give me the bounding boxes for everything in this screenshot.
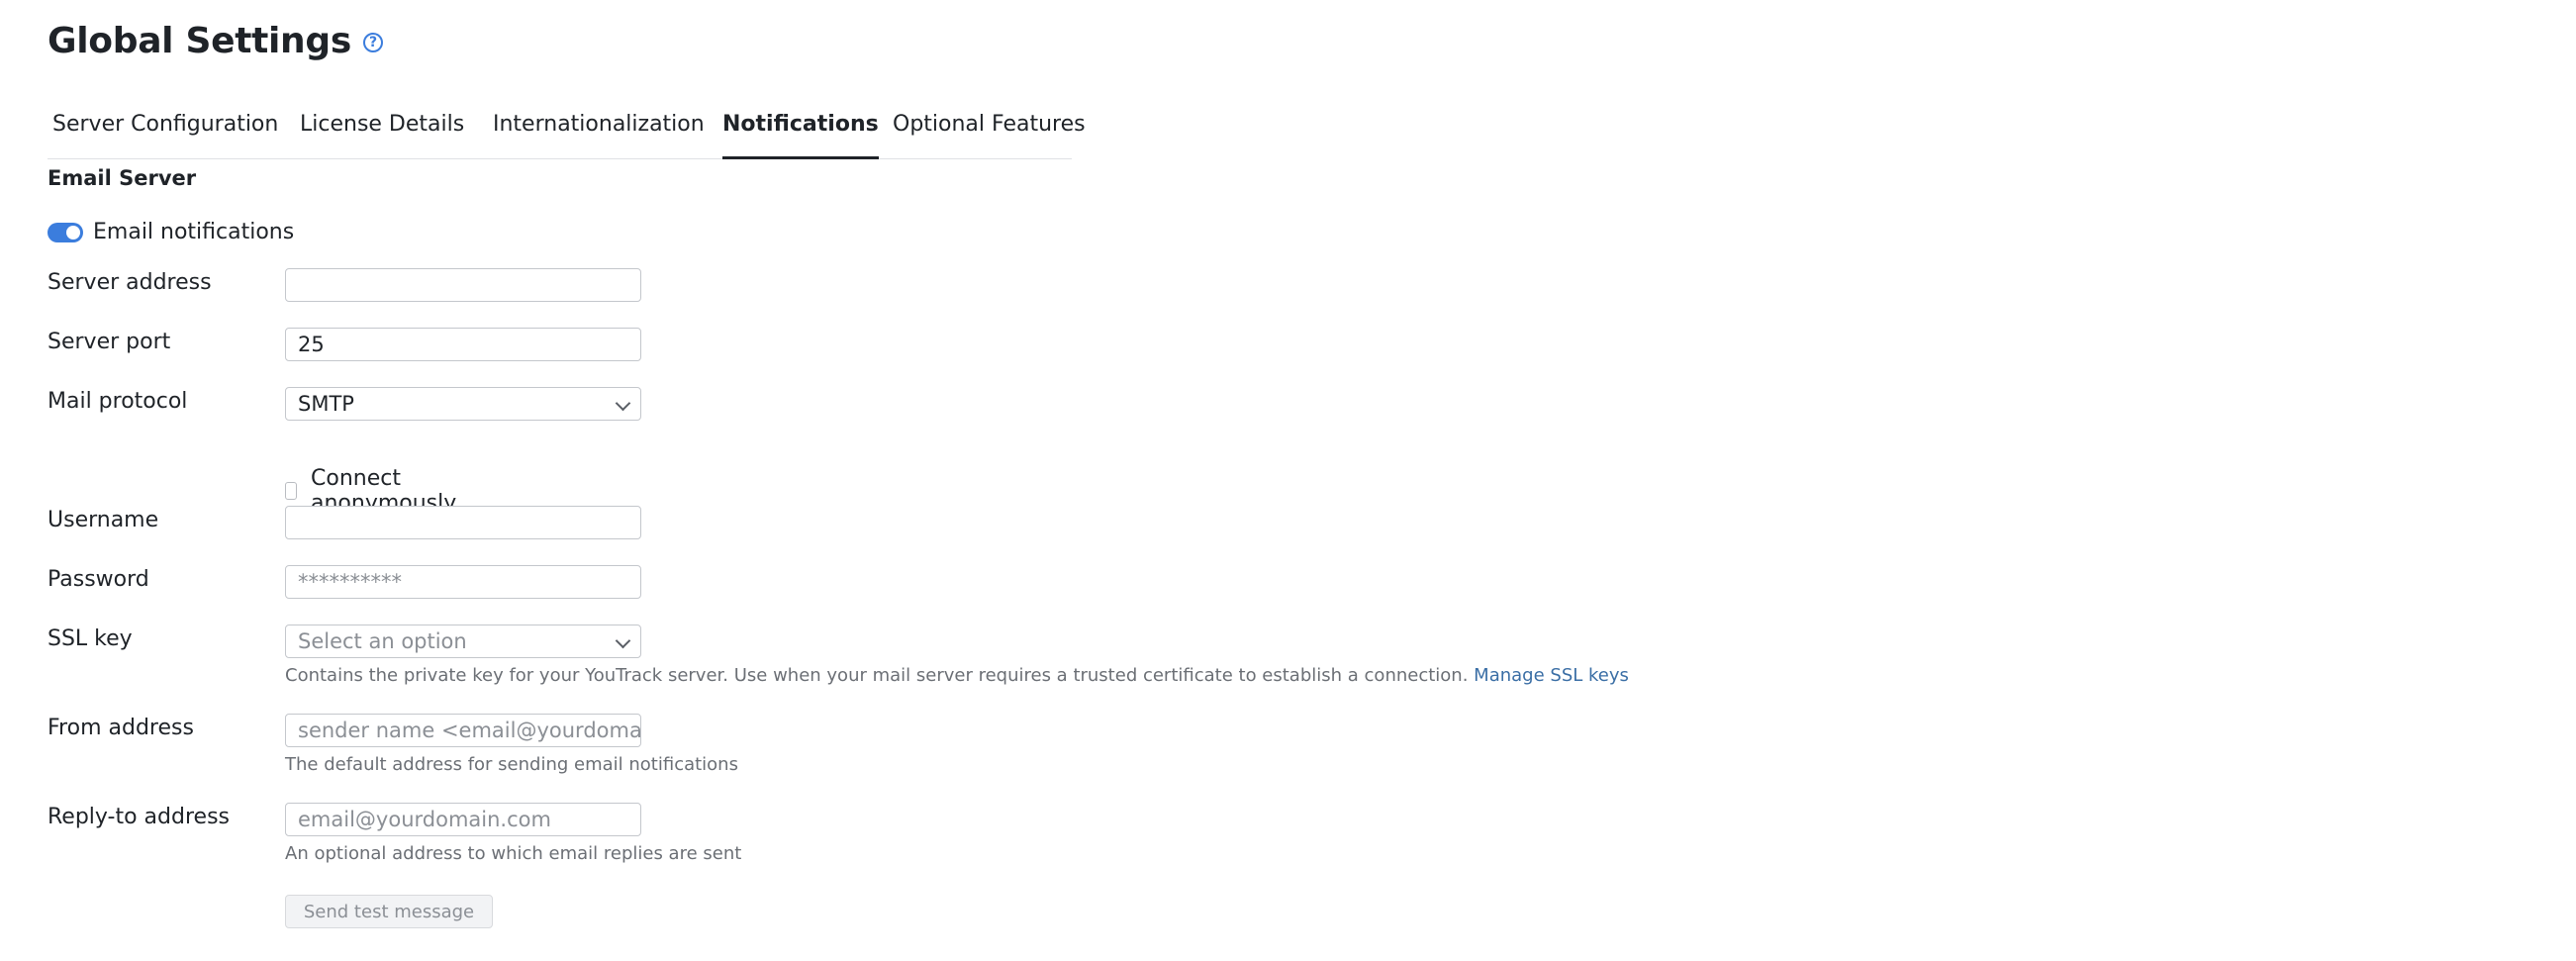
from-address-input[interactable]: sender name <email@yourdomain [285, 714, 641, 747]
ssl-key-hint-text: Contains the private key for your YouTra… [285, 665, 1469, 686]
email-notifications-toggle[interactable] [48, 222, 83, 242]
email-notifications-label: Email notifications [93, 220, 295, 244]
password-input[interactable]: ********** [285, 565, 641, 599]
password-label: Password [48, 567, 149, 592]
tab-internationalization[interactable]: Internationalization [493, 103, 705, 158]
tab-server-configuration[interactable]: Server Configuration [52, 103, 278, 158]
reply-to-address-input[interactable]: email@yourdomain.com [285, 803, 641, 836]
ssl-key-placeholder: Select an option [298, 629, 467, 653]
mail-protocol-label: Mail protocol [48, 389, 188, 414]
page-title: Global Settings [48, 20, 351, 61]
mail-protocol-value: SMTP [298, 392, 354, 416]
chevron-down-icon [615, 395, 631, 412]
reply-to-address-hint: An optional address to which email repli… [285, 843, 742, 864]
tab-bar: Server Configuration License Details Int… [48, 103, 1086, 159]
email-notifications-row: Email notifications [48, 220, 294, 244]
ssl-key-select[interactable]: Select an option [285, 625, 641, 658]
reply-to-address-label: Reply-to address [48, 805, 230, 829]
send-test-message-button[interactable]: Send test message [285, 895, 493, 928]
help-icon[interactable]: ? [363, 33, 383, 52]
chevron-down-icon [615, 632, 631, 649]
from-address-hint: The default address for sending email no… [285, 754, 738, 775]
mail-protocol-select[interactable]: SMTP [285, 387, 641, 421]
title-row: Global Settings ? [48, 16, 383, 65]
section-title: Email Server [48, 166, 197, 190]
ssl-key-label: SSL key [48, 626, 133, 651]
connect-anonymously-checkbox[interactable] [285, 482, 297, 500]
server-address-label: Server address [48, 270, 212, 295]
tab-optional-features[interactable]: Optional Features [893, 103, 1086, 158]
from-address-label: From address [48, 716, 194, 740]
server-port-label: Server port [48, 330, 171, 354]
tab-license-details[interactable]: License Details [300, 103, 464, 158]
server-address-input[interactable] [285, 268, 641, 302]
toggle-knob [66, 225, 80, 240]
server-port-input[interactable]: 25 [285, 328, 641, 361]
tab-notifications[interactable]: Notifications [722, 103, 879, 159]
username-input[interactable] [285, 506, 641, 539]
manage-ssl-keys-link[interactable]: Manage SSL keys [1474, 665, 1629, 686]
settings-page: Global Settings ? Server Configuration L… [48, 16, 1629, 928]
ssl-key-hint: Contains the private key for your YouTra… [285, 665, 1629, 686]
username-label: Username [48, 508, 159, 532]
